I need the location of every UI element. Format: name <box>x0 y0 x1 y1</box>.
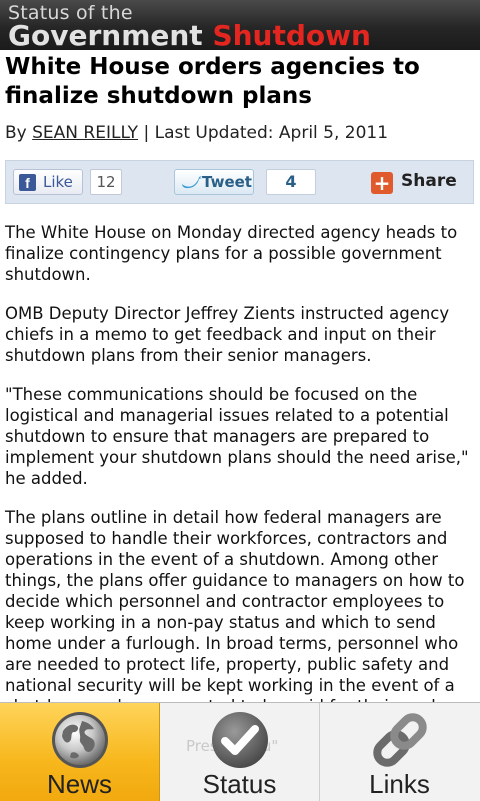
tweet-label: Tweet <box>202 173 252 191</box>
share-bar: f Like 12 Tweet 4 + Share <box>5 160 474 204</box>
byline-prefix: By <box>5 123 27 143</box>
article-paragraph: The plans outline in detail how federal … <box>5 508 465 702</box>
share-plus-icon: + <box>371 172 393 194</box>
like-count: 12 <box>90 169 122 195</box>
article: White House orders agencies to finalize … <box>0 50 480 702</box>
tab-links[interactable]: Links <box>319 703 480 801</box>
share-label: Share <box>401 171 457 191</box>
app-header: Status of the Government Shutdown <box>0 0 480 50</box>
article-headline: White House orders agencies to finalize … <box>5 54 420 109</box>
article-paragraph: OMB Deputy Director Jeffrey Zients instr… <box>5 304 450 365</box>
author-link[interactable]: SEAN REILLY <box>32 123 138 143</box>
like-label: Like <box>43 173 73 191</box>
tab-news-label: News <box>46 769 112 799</box>
globe-icon <box>51 712 108 768</box>
header-title-shutdown: Shutdown <box>212 19 371 51</box>
article-body: The White House on Monday directed agenc… <box>5 222 475 702</box>
checkmark-icon <box>211 712 268 768</box>
byline: By SEAN REILLY | Last Updated: April 5, … <box>5 123 388 143</box>
header-title-line2: Government Shutdown <box>8 19 371 51</box>
tweet-count: 4 <box>266 169 316 195</box>
tweet-button[interactable]: Tweet <box>174 169 254 195</box>
facebook-icon: f <box>19 174 36 191</box>
last-updated: Last Updated: April 5, 2011 <box>154 123 389 143</box>
tab-status[interactable]: Status <box>160 703 320 801</box>
tab-status-label: Status <box>202 769 277 799</box>
tab-links-label: Links <box>369 769 430 799</box>
byline-separator: | <box>143 123 150 143</box>
tab-news[interactable]: News <box>0 703 160 801</box>
article-paragraph: "These communications should be focused … <box>5 385 469 488</box>
article-paragraph: The White House on Monday directed agenc… <box>5 223 458 284</box>
bottom-tab-bar: Press Menu" News <box>0 702 480 801</box>
chain-link-icon <box>372 713 427 767</box>
twitter-bird-icon <box>182 176 202 189</box>
share-button[interactable]: + Share <box>370 167 470 197</box>
facebook-like-button[interactable]: f Like <box>13 169 83 195</box>
header-title-government: Government <box>8 19 203 51</box>
